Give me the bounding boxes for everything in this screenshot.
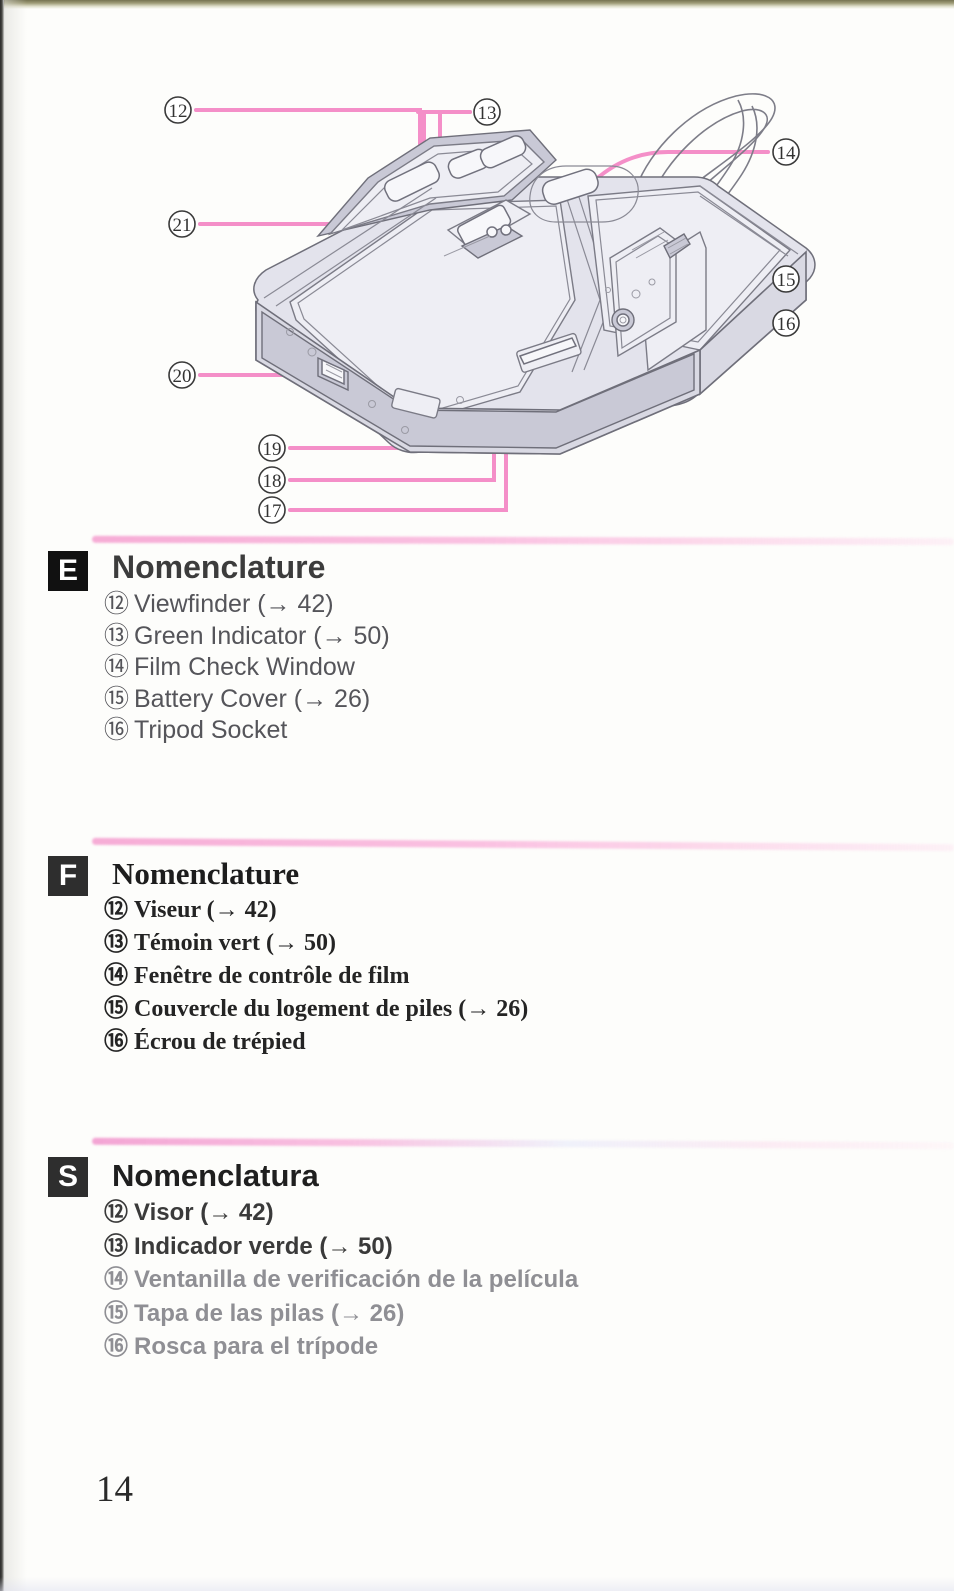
item-label: Film Check Window	[134, 653, 355, 681]
item-number: ⑭	[104, 1266, 128, 1293]
item-label: Couvercle du logement de piles (→ 26)	[134, 996, 529, 1022]
list-item: ⑫ Visor (→ 42)	[104, 1196, 578, 1230]
item-number: ⑮	[104, 684, 130, 713]
item-number: ⑯	[104, 1333, 128, 1360]
item-number: ⑫	[104, 1199, 128, 1226]
svg-text:17: 17	[263, 501, 282, 522]
list-item: ⑬ Témoin vert (→ 50)	[104, 927, 528, 960]
page-number: 14	[96, 1469, 133, 1510]
language-badge-spanish: S	[48, 1157, 88, 1197]
item-label: Visor (→ 42)	[134, 1199, 274, 1226]
item-number: ⑬	[104, 930, 128, 956]
language-badge-french: F	[48, 856, 88, 896]
heading-spanish: Nomenclatura	[112, 1158, 319, 1193]
item-number: ⑯	[104, 1029, 128, 1055]
nomenclature-list-french: ⑫ Viseur (→ 42) ⑬ Témoin vert (→ 50) ⑭ Fenê…	[104, 894, 528, 1059]
scan-bottom-edge-artifact	[0, 1577, 954, 1591]
item-label: Ventanilla de verificación de la películ…	[134, 1266, 579, 1293]
list-item: ⑯ Tripod Socket	[104, 715, 390, 747]
camera-diagram: .lead { stroke:#f48fc8; stroke-width:4; …	[0, 0, 954, 540]
item-label: Battery Cover (→ 26)	[134, 684, 371, 713]
nomenclature-list-spanish: ⑫ Visor (→ 42) ⑬ Indicador verde (→ 50) ⑭V…	[104, 1196, 578, 1364]
list-item: ⑫ Viseur (→ 42)	[104, 894, 528, 927]
list-item: ⑭ Ventanilla de verificación de la pelícu…	[104, 1263, 578, 1297]
list-item: ⑭ Film Check Window	[104, 652, 390, 684]
nomenclature-list-english: ⑫ Viewfinder (→ 42) ⑬ Green Indicator (→ 5…	[104, 589, 390, 747]
svg-text:19: 19	[263, 439, 282, 460]
list-item: ⑫ Viewfinder (→ 42)	[104, 589, 390, 621]
item-number: ⑭	[104, 653, 130, 681]
item-label: Fenêtre de contrôle de film	[134, 963, 410, 989]
list-item: ⑯ Rosca para el trípode	[104, 1330, 578, 1364]
svg-text:12: 12	[169, 101, 188, 122]
language-badge-english: E	[48, 551, 88, 591]
item-label: Tapa de las pilas (→ 26)	[134, 1299, 405, 1327]
item-label: Green Indicator (→ 50)	[134, 621, 390, 650]
item-label: Viseur (→ 42)	[134, 897, 277, 923]
item-number: ⑮	[104, 1299, 128, 1327]
item-number: ⑬	[104, 621, 130, 650]
svg-text:16: 16	[777, 314, 796, 335]
item-label: Rosca para el trípode	[134, 1333, 379, 1360]
item-label: Témoin vert (→ 50)	[134, 930, 336, 956]
svg-text:13: 13	[478, 103, 497, 124]
item-number: ⑭	[104, 963, 128, 989]
svg-text:20: 20	[173, 366, 192, 387]
manual-page: .lead { stroke:#f48fc8; stroke-width:4; …	[0, 0, 954, 1591]
heading-french: Nomenclature	[112, 856, 300, 891]
list-item: ⑬ Indicador verde (→ 50)	[104, 1230, 578, 1264]
svg-text:18: 18	[263, 471, 282, 492]
list-item: ⑯ Écrou de trépied	[104, 1026, 528, 1059]
list-item: ⑭ Fenêtre de contrôle de film	[104, 960, 528, 993]
list-item: ⑮ Couvercle du logement de piles (→ 26)	[104, 993, 528, 1026]
item-number: ⑫	[104, 590, 130, 618]
list-item: ⑮ Battery Cover (→ 26)	[104, 684, 390, 716]
section-divider-spanish	[91, 1137, 954, 1150]
item-number: ⑫	[104, 897, 128, 923]
heading-english: Nomenclature	[112, 549, 326, 585]
item-label: Tripod Socket	[134, 716, 288, 744]
item-number: ⑯	[104, 716, 130, 744]
item-label: Viewfinder (→ 42)	[134, 590, 334, 618]
svg-text:21: 21	[173, 215, 192, 236]
item-number: ⑬	[104, 1232, 128, 1260]
section-divider-french	[91, 837, 954, 852]
item-label: Indicador verde (→ 50)	[134, 1232, 393, 1260]
svg-text:14: 14	[777, 143, 797, 164]
item-label: Écrou de trépied	[134, 1029, 306, 1055]
svg-text:15: 15	[777, 270, 796, 291]
list-item: ⑬ Green Indicator (→ 50)	[104, 621, 390, 653]
list-item: ⑮ Tapa de las pilas (→ 26)	[104, 1297, 578, 1331]
item-number: ⑮	[104, 996, 128, 1022]
section-divider-english	[91, 535, 954, 546]
